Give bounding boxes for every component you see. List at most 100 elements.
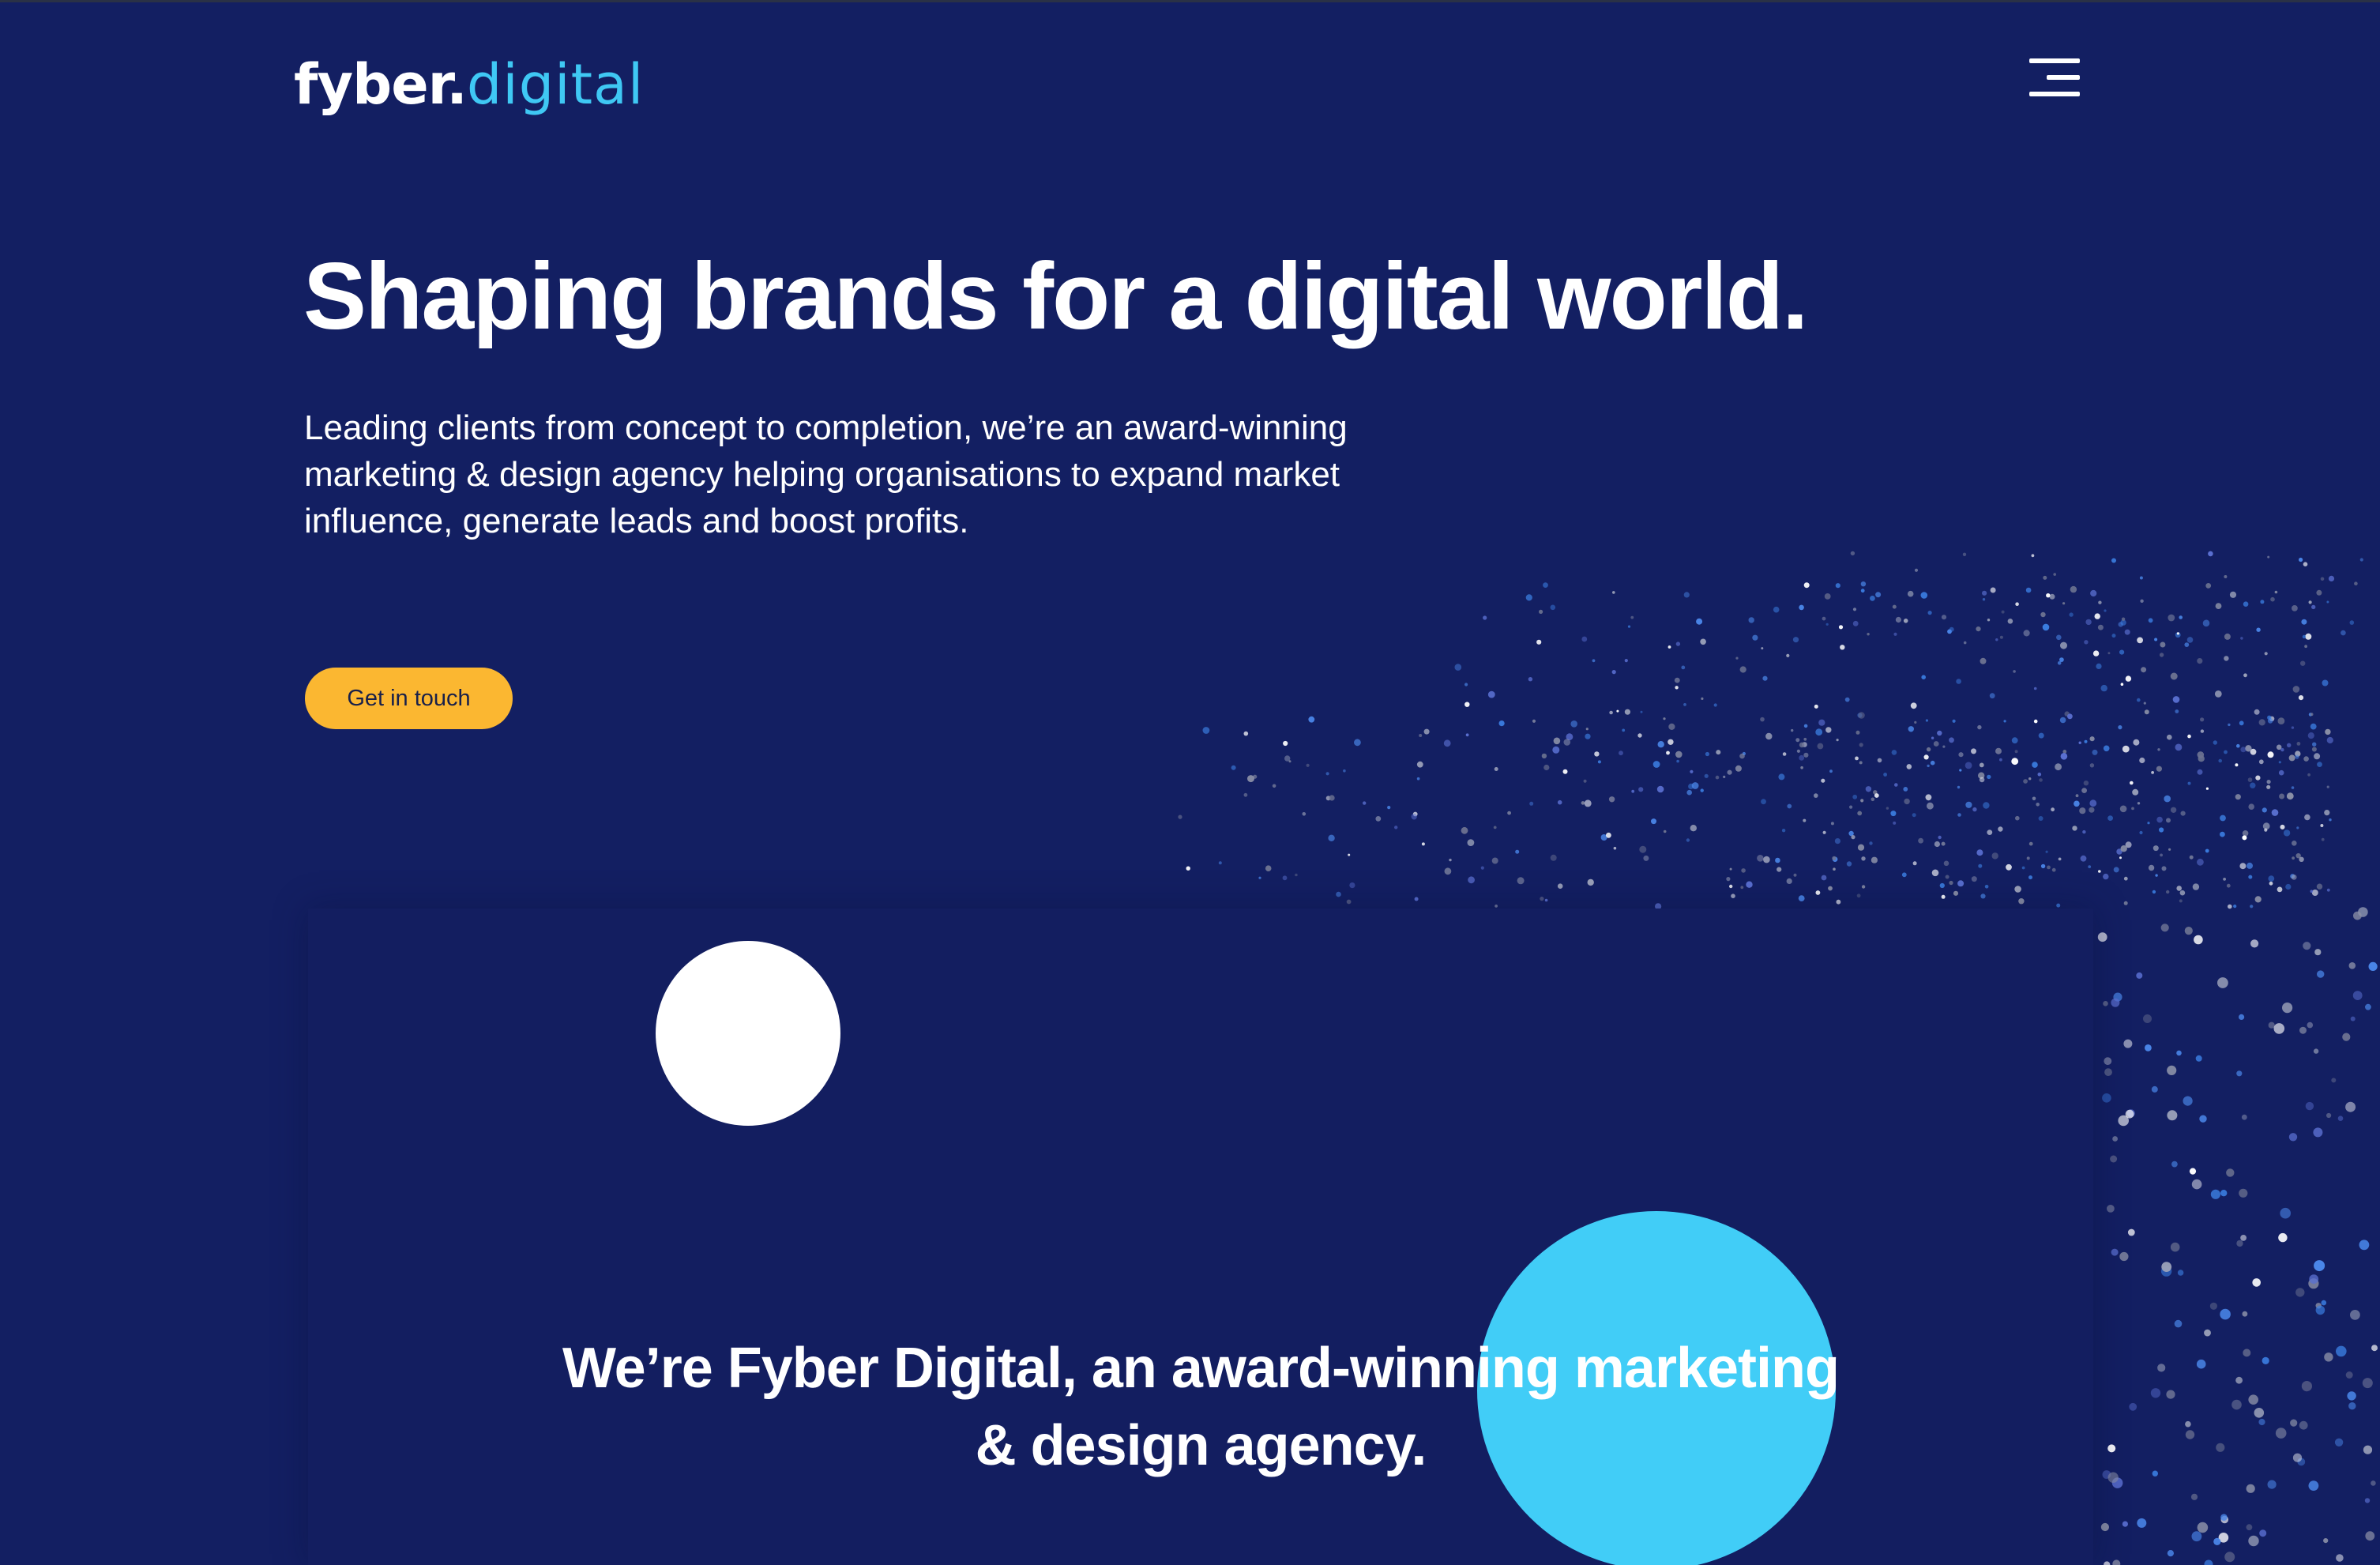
particle-dot <box>2228 723 2231 727</box>
particle-dot <box>1883 773 1888 777</box>
particle-dot <box>2363 1445 2373 1454</box>
particle-dot <box>1941 841 1946 846</box>
particle-dot <box>2246 1524 2253 1531</box>
particle-dot <box>2176 632 2179 635</box>
particle-dot <box>1461 826 1468 834</box>
particle-dot <box>2350 1310 2360 1320</box>
particle-dot <box>1735 656 1739 660</box>
particle-dot <box>1622 728 1626 732</box>
particle-dot <box>2324 1352 2333 1362</box>
top-rule <box>0 0 2380 2</box>
particle-dot <box>1978 863 1983 868</box>
particle-dot <box>2100 684 2107 692</box>
particle-dot <box>1515 849 1520 854</box>
particle-dot <box>2226 1168 2235 1177</box>
particle-dot <box>2204 1329 2211 1337</box>
particle-dot <box>1999 758 2002 762</box>
particle-dot <box>1943 860 1949 867</box>
particle-dot <box>1731 893 1735 898</box>
particle-dot <box>1836 899 1841 905</box>
particle-dot <box>1668 645 1671 649</box>
particle-dot <box>1494 767 1498 771</box>
particle-dot <box>1688 783 1694 790</box>
particle-dot <box>2299 557 2303 562</box>
particle-dot <box>1550 854 1557 861</box>
particle-dot <box>2200 729 2205 733</box>
particle-dot <box>1600 834 1607 841</box>
particle-dot <box>1566 733 1574 741</box>
particle-dot <box>1927 611 1932 615</box>
particle-dot <box>2112 1559 2121 1565</box>
particle-dot <box>1616 709 1619 713</box>
particle-dot <box>2111 1477 2123 1488</box>
particle-dot <box>1861 856 1866 861</box>
particle-dot <box>2100 1522 2109 1532</box>
particle-dot <box>1893 821 1897 825</box>
particle-dot <box>2224 633 2231 640</box>
particle-dot <box>2112 1136 2119 1142</box>
particle-dot <box>2072 826 2077 831</box>
particle-dot <box>2286 792 2294 800</box>
particle-dot <box>2240 747 2247 753</box>
particle-dot <box>2290 874 2295 879</box>
get-in-touch-button[interactable]: Get in touch <box>305 668 513 729</box>
particle-dot <box>1762 675 1768 681</box>
particle-dot <box>1525 594 1532 601</box>
particle-dot <box>2089 736 2095 742</box>
particle-dot <box>2326 736 2333 744</box>
particle-dot <box>1957 785 1961 789</box>
particle-dot <box>1449 858 1452 862</box>
particle-dot <box>1908 726 1914 732</box>
particle-dot <box>2156 816 2163 823</box>
particle-dot <box>1850 551 1855 556</box>
particle-dot <box>2113 992 2122 1002</box>
particle-dot <box>2196 1359 2206 1369</box>
particle-dot <box>1867 633 1870 636</box>
particle-dot <box>2118 1115 2129 1127</box>
particle-dot <box>2213 1537 2221 1545</box>
particle-dot <box>1815 890 1821 895</box>
particle-dot <box>2311 890 2318 896</box>
particle-dot <box>1832 856 1837 860</box>
hamburger-menu-icon[interactable] <box>2026 54 2083 101</box>
particle-dot <box>2111 1248 2119 1256</box>
particle-dot <box>2011 758 2019 766</box>
particle-dot <box>1325 772 1329 776</box>
particle-dot <box>2151 1085 2158 1093</box>
particle-dot <box>2267 718 2273 724</box>
particle-dot <box>2089 799 2097 807</box>
particle-dot <box>2107 815 2114 821</box>
particle-dot <box>2267 751 2274 758</box>
particle-dot <box>2307 773 2311 777</box>
particle-dot <box>2160 853 2164 857</box>
particle-dot <box>1860 589 1865 593</box>
particle-dot <box>1836 739 1839 742</box>
particle-dot <box>1507 811 1511 815</box>
particle-dot <box>1656 785 1664 793</box>
particle-dot <box>2358 907 2368 917</box>
particle-dot <box>1786 878 1792 884</box>
particle-dot <box>1914 720 1917 724</box>
particle-dot <box>1354 739 1361 747</box>
particle-dot <box>1890 811 1897 817</box>
particle-dot <box>2359 1240 2370 1251</box>
particle-dot <box>2277 717 2285 724</box>
particle-dot <box>2254 896 2262 903</box>
particle-dot <box>1723 775 1726 779</box>
particle-dot <box>2202 619 2210 627</box>
particle-dot <box>2059 717 2066 724</box>
hero-subtitle: Leading clients from concept to completi… <box>304 408 1348 540</box>
particle-dot <box>2245 745 2252 752</box>
particle-dot <box>2292 1453 2303 1462</box>
particle-dot <box>1468 876 1475 884</box>
particle-dot <box>2154 638 2158 641</box>
particle-dot <box>2301 619 2307 625</box>
particle-dot <box>2121 617 2126 621</box>
particle-dot <box>2176 1050 2182 1056</box>
particle-dot <box>1729 884 1733 889</box>
particle-dot <box>1668 739 1674 745</box>
fyber-digital-logo[interactable]: fyber.digital <box>294 49 644 120</box>
particle-dot <box>2321 837 2325 841</box>
particle-dot <box>1231 765 1236 770</box>
particle-dot <box>2110 1155 2118 1163</box>
